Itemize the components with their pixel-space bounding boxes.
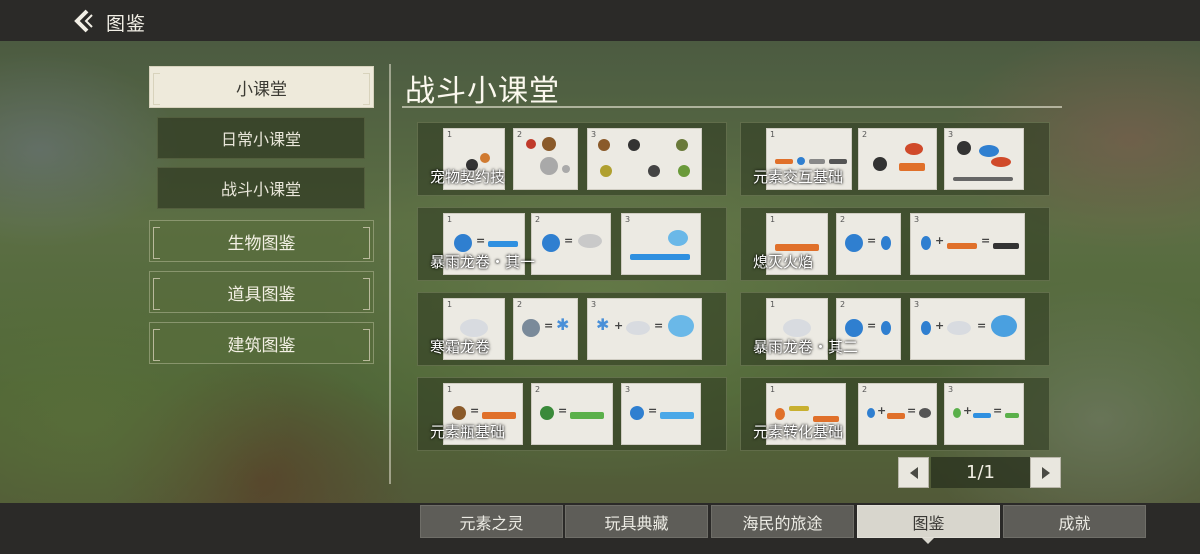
triangle-right-icon [1041, 466, 1050, 479]
lesson-card-label: 元素转化基础 [753, 423, 844, 441]
sidebar-item-label: 日常小课堂 [220, 130, 301, 149]
lesson-thumbnail: 2 = [531, 213, 611, 275]
sidebar-item-lessons[interactable]: 小课堂 [149, 66, 374, 108]
lesson-thumbnail: 2 = ✱ [513, 298, 578, 360]
sidebar-item-label: 生物图鉴 [227, 233, 296, 254]
sidebar-subitem-battle-lessons[interactable]: 战斗小课堂 [157, 167, 365, 209]
chevron-left-icon [74, 9, 93, 33]
page-indicator-text: 1/1 [966, 462, 995, 483]
sidebar-subitem-daily-lessons[interactable]: 日常小课堂 [157, 117, 365, 159]
tab-label: 图鉴 [912, 513, 945, 533]
lesson-thumbnail: 3 + = [944, 383, 1024, 445]
tab-encyclopedia[interactable]: 图鉴 [857, 505, 1000, 538]
active-tab-marker [922, 538, 934, 544]
sidebar-item-label: 道具图鉴 [227, 284, 296, 305]
lesson-card-label: 元素瓶基础 [430, 423, 506, 441]
lesson-thumbnail: 2 + = [858, 383, 937, 445]
prev-page-button[interactable] [898, 457, 929, 488]
tab-achievements[interactable]: 成就 [1003, 505, 1146, 538]
lesson-card-rainstorm-tornado-1[interactable]: 1 = 2 = 3 暴雨龙卷・其一 [417, 207, 727, 281]
sidebar-item-label: 小课堂 [236, 79, 287, 100]
lesson-card-element-conversion[interactable]: 1 2 + = 3 + = 元素转化基础 [740, 377, 1050, 451]
lesson-thumbnail: 3 + = [910, 298, 1025, 360]
back-button[interactable] [72, 8, 96, 34]
tab-label: 玩具典藏 [604, 513, 669, 533]
lesson-thumbnail: 2 [513, 128, 578, 190]
lesson-card-label: 熄灭火焰 [753, 253, 814, 271]
lesson-card-extinguish-fire[interactable]: 1 2 = 3 + = 熄灭火焰 [740, 207, 1050, 281]
lesson-card-label: 暴雨龙卷・其二 [753, 338, 859, 356]
sidebar-item-items[interactable]: 道具图鉴 [149, 271, 374, 313]
lesson-card-rainstorm-tornado-2[interactable]: 1 2 = 3 + = 暴雨龙卷・其二 [740, 292, 1050, 366]
lesson-thumbnail: 2 = [531, 383, 613, 445]
tab-element-spirits[interactable]: 元素之灵 [420, 505, 563, 538]
lesson-card-element-bottle[interactable]: 1 = 2 = 3 = 元素瓶基础 [417, 377, 727, 451]
lesson-thumbnail: 2 = [836, 213, 901, 275]
triangle-left-icon [909, 466, 918, 479]
lesson-card-pet-contract[interactable]: 1 2 3 宠物契约技 [417, 122, 727, 196]
lesson-thumbnail: 3 [621, 213, 701, 275]
lesson-thumbnail: 3 [944, 128, 1024, 190]
sidebar-item-label: 建筑图鉴 [227, 335, 296, 356]
sidebar-item-buildings[interactable]: 建筑图鉴 [149, 322, 374, 364]
vertical-divider [389, 64, 391, 484]
page-title: 图鉴 [106, 13, 147, 35]
lesson-thumbnail: 3 = [621, 383, 701, 445]
lesson-thumbnail: 3 [587, 128, 702, 190]
sidebar-item-label: 战斗小课堂 [220, 180, 301, 199]
tab-label: 成就 [1058, 513, 1091, 533]
lesson-card-label: 宠物契约技 [430, 168, 506, 186]
next-page-button[interactable] [1030, 457, 1061, 488]
page-indicator: 1/1 [931, 457, 1030, 488]
lesson-card-label: 寒霜龙卷 [430, 338, 491, 356]
title-underline [402, 106, 1062, 108]
tab-label: 海民的旅途 [742, 513, 823, 533]
panel-title: 战斗小课堂 [405, 74, 560, 109]
tab-label: 元素之灵 [459, 513, 524, 533]
lesson-thumbnail: 3 + = [910, 213, 1025, 275]
lesson-card-element-interaction[interactable]: 1 2 3 元素交互基础 [740, 122, 1050, 196]
lesson-card-frost-tornado[interactable]: 1 2 = ✱ 3 ✱ + = 寒霜龙卷 [417, 292, 727, 366]
lesson-card-label: 元素交互基础 [753, 168, 844, 186]
sidebar-item-creatures[interactable]: 生物图鉴 [149, 220, 374, 262]
tab-toy-collection[interactable]: 玩具典藏 [565, 505, 708, 538]
top-bar: 图鉴 [0, 0, 1200, 41]
lesson-thumbnail: 3 ✱ + = [587, 298, 702, 360]
lesson-card-label: 暴雨龙卷・其一 [430, 253, 536, 271]
lesson-thumbnail: 2 [858, 128, 937, 190]
tab-sea-people-journey[interactable]: 海民的旅途 [711, 505, 854, 538]
